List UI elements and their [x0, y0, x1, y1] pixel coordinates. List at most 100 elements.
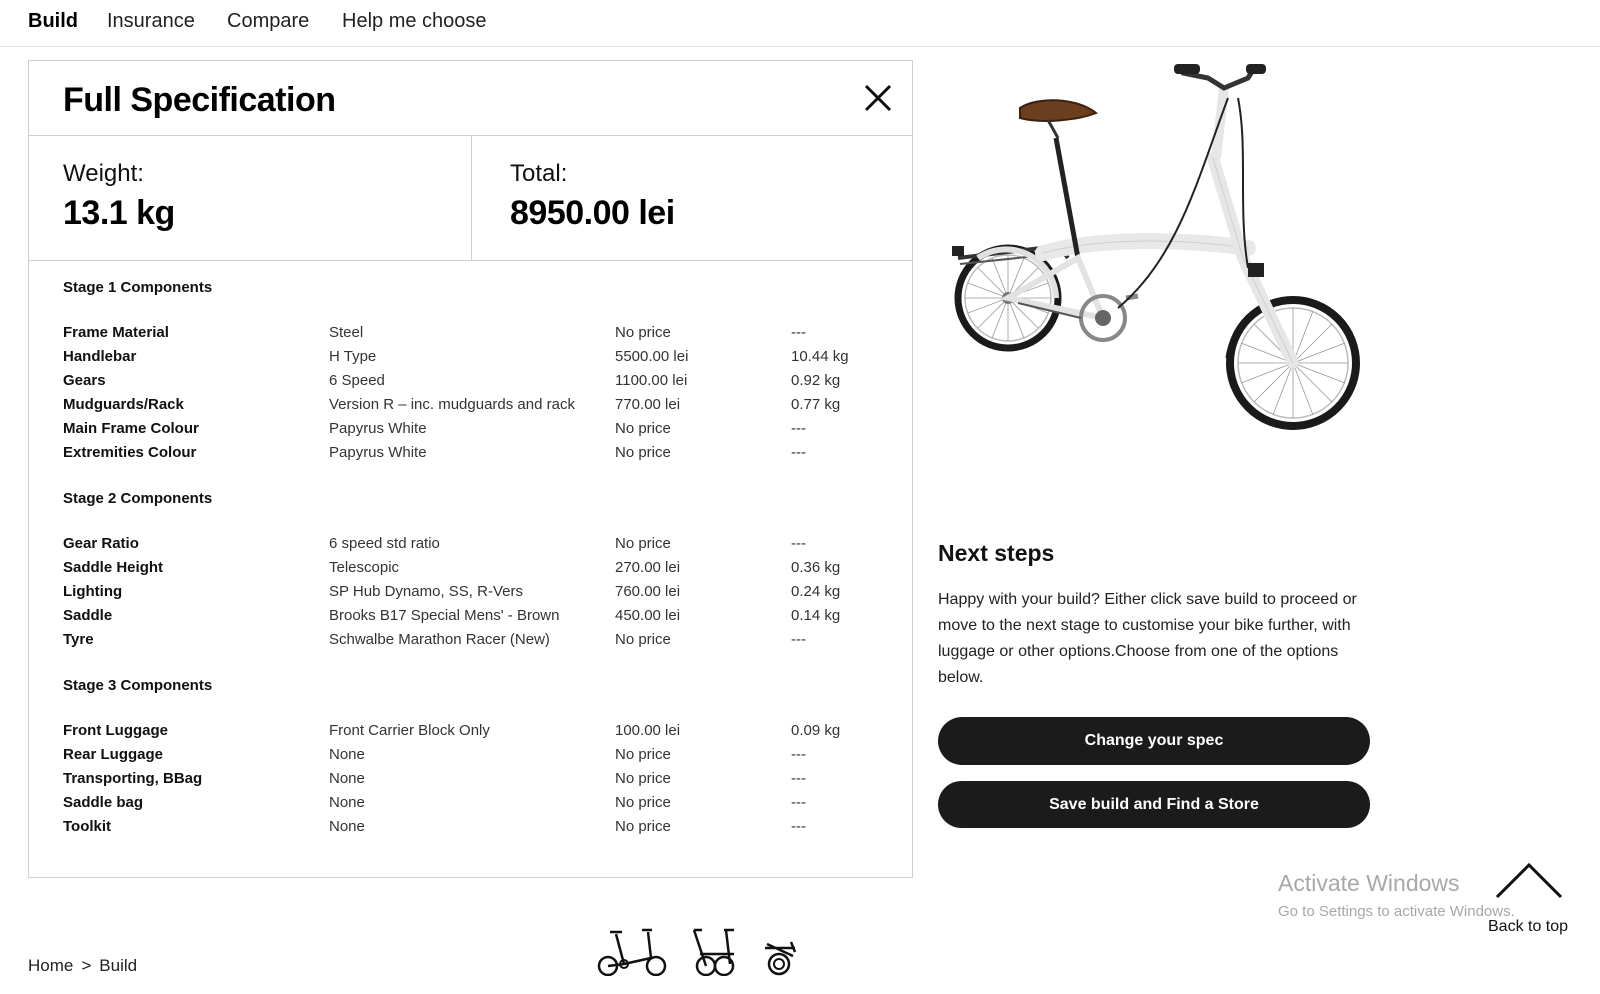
component-price: No price [615, 818, 671, 835]
component-weight: 0.92 kg [791, 372, 841, 389]
component-price: 450.00 lei [615, 607, 681, 624]
component-name: Lighting [63, 583, 123, 600]
component-name: Tyre [63, 631, 94, 648]
tab-insurance[interactable]: Insurance [107, 10, 195, 33]
component-value: Telescopic [329, 559, 400, 576]
spec-summary: Weight: 13.1 kg Total: 8950.00 lei [29, 136, 912, 261]
component-price: No price [615, 535, 671, 552]
component-name: Frame Material [63, 324, 169, 341]
component-weight: 0.36 kg [791, 559, 841, 576]
component-price: 760.00 lei [615, 583, 681, 600]
component-weight: --- [791, 746, 806, 763]
top-nav: Build Insurance Compare Help me choose [0, 0, 1600, 47]
total-value: 8950.00 lei [510, 194, 675, 232]
breadcrumb-separator: > [81, 956, 92, 975]
component-price: No price [615, 631, 671, 648]
spec-row: Saddle Brooks B17 Special Mens' - Brown 45… [63, 607, 893, 631]
next-steps-text: Happy with your build? Either click save… [938, 591, 1357, 686]
component-value: Papyrus White [329, 444, 427, 461]
tab-compare[interactable]: Compare [227, 10, 309, 33]
component-price: No price [615, 794, 671, 811]
spec-row: Rear Luggage None No price --- [63, 746, 893, 770]
component-weight: 0.09 kg [791, 722, 841, 739]
component-weight: --- [791, 420, 806, 437]
activate-windows-watermark: Activate Windows Go to Settings to activ… [1278, 870, 1515, 920]
spec-row: Front Luggage Front Carrier Block Only 100… [63, 722, 893, 746]
breadcrumb-current: Build [99, 956, 138, 975]
component-price: No price [615, 770, 671, 787]
change-spec-button[interactable]: Change your spec [938, 717, 1370, 765]
component-name: Rear Luggage [63, 746, 164, 763]
component-name: Toolkit [63, 818, 112, 835]
component-name: Gears [63, 372, 106, 389]
component-name: Front Luggage [63, 722, 168, 739]
stage-title: Stage 3 Components [63, 677, 213, 694]
component-name: Saddle [63, 607, 113, 624]
component-price: No price [615, 746, 671, 763]
component-price: 100.00 lei [615, 722, 681, 739]
bike-unfolded-icon[interactable] [596, 926, 668, 981]
watermark-subtitle: Go to Settings to activate Windows. [1278, 903, 1515, 920]
stage-title: Stage 1 Components [63, 279, 213, 296]
component-value: None [329, 794, 365, 811]
tab-build[interactable]: Build [28, 10, 78, 33]
spec-row: Lighting SP Hub Dynamo, SS, R-Vers 760.00 … [63, 583, 893, 607]
component-price: No price [615, 420, 671, 437]
breadcrumb-home[interactable]: Home [28, 956, 73, 975]
full-specification-panel: Full Specification Weight: 13.1 kg Total… [28, 60, 913, 878]
stage-title: Stage 2 Components [63, 490, 213, 507]
component-value: Version R – inc. mudguards and rack [329, 396, 575, 413]
spec-row: Transporting, BBag None No price --- [63, 770, 893, 794]
summary-divider [471, 136, 472, 260]
spec-row: Main Frame Colour Papyrus White No price --… [63, 420, 893, 444]
component-price: 270.00 lei [615, 559, 681, 576]
component-value: Brooks B17 Special Mens' - Brown [329, 607, 560, 624]
component-weight: 0.77 kg [791, 396, 841, 413]
breadcrumb: Home > Build [28, 956, 137, 976]
back-to-top-button[interactable]: Back to top [1488, 860, 1600, 940]
tab-help-me-choose[interactable]: Help me choose [342, 10, 487, 33]
component-weight: --- [791, 770, 806, 787]
spec-row: Toolkit None No price --- [63, 818, 893, 842]
weight-value: 13.1 kg [63, 194, 175, 232]
spec-row: Handlebar H Type 5500.00 lei 10.44 kg [63, 348, 893, 372]
next-steps-title: Next steps [938, 540, 1055, 566]
component-price: No price [615, 444, 671, 461]
component-name: Main Frame Colour [63, 420, 199, 437]
component-weight: 10.44 kg [791, 348, 849, 365]
component-weight: --- [791, 631, 806, 648]
bike-folded-icon[interactable] [761, 926, 801, 981]
component-value: None [329, 770, 365, 787]
component-name: Saddle bag [63, 794, 144, 811]
spec-row: Gears 6 Speed 1100.00 lei 0.92 kg [63, 372, 893, 396]
spec-row: Gear Ratio 6 speed std ratio No price --- [63, 535, 893, 559]
spec-row: Saddle Height Telescopic 270.00 lei 0.36 kg [63, 559, 893, 583]
component-value: Front Carrier Block Only [329, 722, 490, 739]
component-name: Gear Ratio [63, 535, 139, 552]
component-weight: 0.24 kg [791, 583, 841, 600]
component-name: Handlebar [63, 348, 137, 365]
spec-row: Mudguards/Rack Version R – inc. mudguards… [63, 396, 893, 420]
total-label: Total: [510, 160, 568, 187]
bike-half-folded-icon[interactable] [686, 926, 746, 981]
component-price: 5500.00 lei [615, 348, 689, 365]
spec-row: Saddle bag None No price --- [63, 794, 893, 818]
spec-row: Tyre Schwalbe Marathon Racer (New) No pric… [63, 631, 893, 655]
component-value: H Type [329, 348, 377, 365]
spec-row: Extremities Colour Papyrus White No price -… [63, 444, 893, 468]
component-weight: --- [791, 794, 806, 811]
save-build-button[interactable]: Save build and Find a Store [938, 781, 1370, 828]
component-value: SP Hub Dynamo, SS, R-Vers [329, 583, 523, 600]
component-weight: --- [791, 535, 806, 552]
component-weight: --- [791, 324, 806, 341]
chevron-up-icon [1495, 862, 1563, 899]
component-price: 770.00 lei [615, 396, 681, 413]
close-icon[interactable] [863, 83, 893, 113]
component-weight: --- [791, 444, 806, 461]
component-value: Schwalbe Marathon Racer (New) [329, 631, 550, 648]
folding-bike-image [948, 58, 1368, 448]
component-price: No price [615, 324, 671, 341]
component-value: Papyrus White [329, 420, 427, 437]
component-name: Extremities Colour [63, 444, 197, 461]
component-value: None [329, 818, 365, 835]
